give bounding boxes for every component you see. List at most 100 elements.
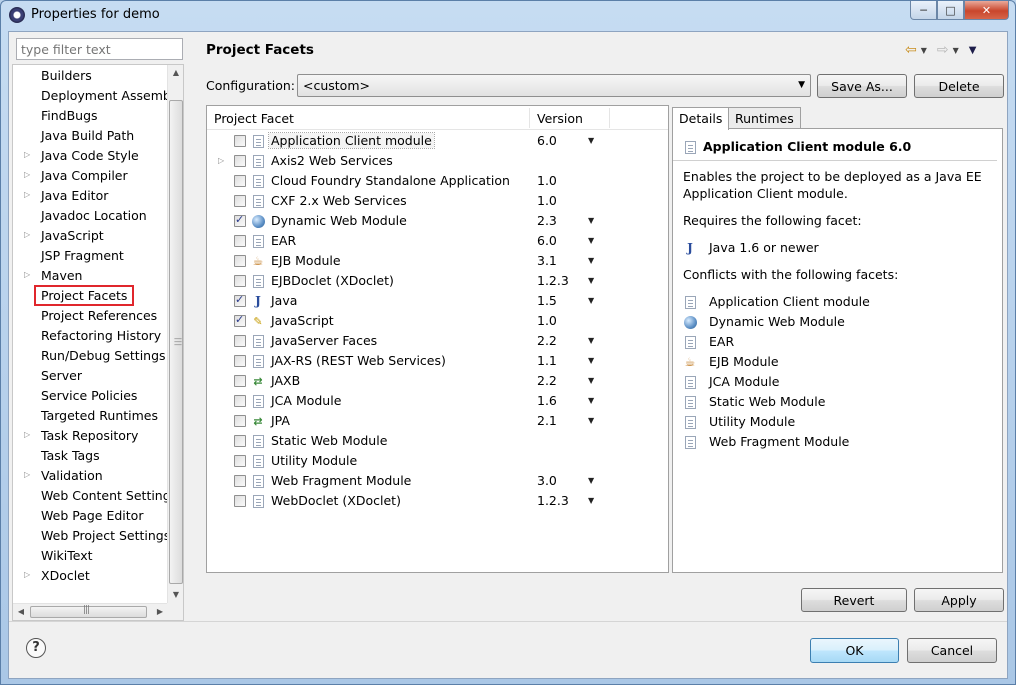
ok-button[interactable]: OK <box>810 638 899 663</box>
save-as-button[interactable]: Save As... <box>817 74 907 98</box>
table-row[interactable]: ☕ EJB Module 3.1 ▼ <box>207 251 668 271</box>
facet-version[interactable]: 2.1 <box>537 413 557 428</box>
expand-arrow-icon[interactable]: ▷ <box>24 150 30 159</box>
facet-checkbox[interactable] <box>234 415 246 427</box>
sidebar-item[interactable]: Refactoring History <box>13 326 173 346</box>
table-row[interactable]: ⇄ JAXB 2.2 ▼ <box>207 371 668 391</box>
facet-checkbox[interactable] <box>234 455 246 467</box>
table-row[interactable]: WebDoclet (XDoclet) 1.2.3 ▼ <box>207 491 668 511</box>
nav-vertical-scroll-thumb[interactable]: — — — <box>169 100 183 584</box>
table-row[interactable]: Dynamic Web Module 2.3 ▼ <box>207 211 668 231</box>
sidebar-item[interactable]: Web Page Editor <box>13 506 173 526</box>
facet-checkbox[interactable] <box>234 495 246 507</box>
version-dropdown-icon[interactable]: ▼ <box>588 136 594 145</box>
facet-version[interactable]: 1.0 <box>537 313 557 328</box>
version-dropdown-icon[interactable]: ▼ <box>588 476 594 485</box>
facet-checkbox[interactable] <box>234 355 246 367</box>
column-header-facet[interactable]: Project Facet <box>214 111 294 126</box>
back-history-dropdown-icon[interactable]: ▼ <box>921 46 927 55</box>
expand-arrow-icon[interactable]: ▷ <box>24 170 30 179</box>
help-icon[interactable]: ? <box>26 638 46 658</box>
facet-version[interactable]: 6.0 <box>537 233 557 248</box>
column-header-version[interactable]: Version <box>537 111 583 126</box>
sidebar-item[interactable]: ▷ XDoclet <box>13 566 173 586</box>
sidebar-item[interactable]: ▷ Java Code Style <box>13 146 173 166</box>
scroll-left-arrow-icon[interactable]: ◀ <box>13 604 29 620</box>
sidebar-item[interactable]: JSP Fragment <box>13 246 173 266</box>
version-dropdown-icon[interactable]: ▼ <box>588 336 594 345</box>
close-button[interactable]: ✕ <box>964 1 1009 20</box>
facet-checkbox[interactable] <box>234 175 246 187</box>
sidebar-item[interactable]: ▷ Validation <box>13 466 173 486</box>
cancel-button[interactable]: Cancel <box>907 638 997 663</box>
facet-version[interactable]: 1.0 <box>537 193 557 208</box>
facet-version[interactable]: 1.0 <box>537 173 557 188</box>
forward-history-dropdown-icon[interactable]: ▼ <box>953 46 959 55</box>
facet-checkbox[interactable] <box>234 335 246 347</box>
version-dropdown-icon[interactable]: ▼ <box>588 296 594 305</box>
table-row[interactable]: EJBDoclet (XDoclet) 1.2.3 ▼ <box>207 271 668 291</box>
facet-checkbox[interactable] <box>234 195 246 207</box>
facet-version[interactable]: 1.5 <box>537 293 557 308</box>
sidebar-item[interactable]: Server <box>13 366 173 386</box>
nav-vertical-scrollbar[interactable]: ▲ — — — ▼ <box>167 65 183 603</box>
scroll-up-arrow-icon[interactable]: ▲ <box>168 65 183 81</box>
sidebar-item[interactable]: FindBugs <box>13 106 173 126</box>
table-row[interactable]: J Java 1.5 ▼ <box>207 291 668 311</box>
sidebar-item[interactable]: Run/Debug Settings <box>13 346 173 366</box>
sidebar-item[interactable]: Web Project Settings <box>13 526 173 546</box>
version-dropdown-icon[interactable]: ▼ <box>588 396 594 405</box>
facet-version[interactable]: 3.1 <box>537 253 557 268</box>
facet-checkbox[interactable] <box>234 155 246 167</box>
view-menu-icon[interactable]: ▼ <box>969 45 977 56</box>
sidebar-item[interactable]: Service Policies <box>13 386 173 406</box>
facet-checkbox[interactable] <box>234 293 246 307</box>
sidebar-item[interactable]: Targeted Runtimes <box>13 406 173 426</box>
facet-version[interactable]: 2.3 <box>537 213 557 228</box>
expand-arrow-icon[interactable]: ▷ <box>24 190 30 199</box>
nav-horizontal-scroll-thumb[interactable]: ||| <box>30 605 147 618</box>
sidebar-item[interactable]: Java Build Path <box>13 126 173 146</box>
facet-version[interactable]: 6.0 <box>537 133 557 148</box>
scroll-right-arrow-icon[interactable]: ▶ <box>152 604 168 620</box>
version-dropdown-icon[interactable]: ▼ <box>588 276 594 285</box>
tab-details[interactable]: Details <box>672 107 730 130</box>
version-dropdown-icon[interactable]: ▼ <box>588 256 594 265</box>
sidebar-item[interactable]: Web Content Settings <box>13 486 177 506</box>
facet-checkbox[interactable] <box>234 395 246 407</box>
table-row[interactable]: EAR 6.0 ▼ <box>207 231 668 251</box>
version-dropdown-icon[interactable]: ▼ <box>588 376 594 385</box>
table-row[interactable]: ✎ JavaScript 1.0 <box>207 311 668 331</box>
minimize-button[interactable]: ─ <box>910 1 937 20</box>
version-dropdown-icon[interactable]: ▼ <box>588 356 594 365</box>
apply-button[interactable]: Apply <box>914 588 1004 612</box>
facet-checkbox[interactable] <box>234 213 246 227</box>
sidebar-item[interactable]: Javadoc Location <box>13 206 173 226</box>
table-row[interactable]: JCA Module 1.6 ▼ <box>207 391 668 411</box>
facet-version[interactable]: 1.2.3 <box>537 273 569 288</box>
sidebar-item[interactable]: ▷ Task Repository <box>13 426 173 446</box>
maximize-button[interactable]: □ <box>937 1 964 20</box>
title-bar[interactable]: Properties for demo ─ □ ✕ <box>1 1 1015 30</box>
facet-version[interactable]: 3.0 <box>537 473 557 488</box>
sidebar-item[interactable]: Builders <box>13 66 173 86</box>
table-row[interactable]: Web Fragment Module 3.0 ▼ <box>207 471 668 491</box>
facet-version[interactable]: 1.6 <box>537 393 557 408</box>
expand-arrow-icon[interactable]: ▷ <box>218 156 224 165</box>
expand-arrow-icon[interactable]: ▷ <box>24 430 30 439</box>
version-dropdown-icon[interactable]: ▼ <box>588 236 594 245</box>
table-row[interactable]: ▷ Axis2 Web Services <box>207 151 668 171</box>
sidebar-item[interactable]: Project References <box>13 306 173 326</box>
sidebar-item[interactable]: ▷ JavaScript <box>13 226 173 246</box>
facet-checkbox[interactable] <box>234 435 246 447</box>
filter-input[interactable] <box>16 38 183 60</box>
table-row[interactable]: Utility Module <box>207 451 668 471</box>
table-row[interactable]: Cloud Foundry Standalone Application 1.0 <box>207 171 668 191</box>
expand-arrow-icon[interactable]: ▷ <box>24 230 30 239</box>
expand-arrow-icon[interactable]: ▷ <box>24 270 30 279</box>
back-arrow-icon[interactable]: ⇦ <box>905 42 917 58</box>
revert-button[interactable]: Revert <box>801 588 907 612</box>
sidebar-item[interactable]: ▷ Java Compiler <box>13 166 173 186</box>
facet-checkbox[interactable] <box>234 235 246 247</box>
version-dropdown-icon[interactable]: ▼ <box>588 216 594 225</box>
